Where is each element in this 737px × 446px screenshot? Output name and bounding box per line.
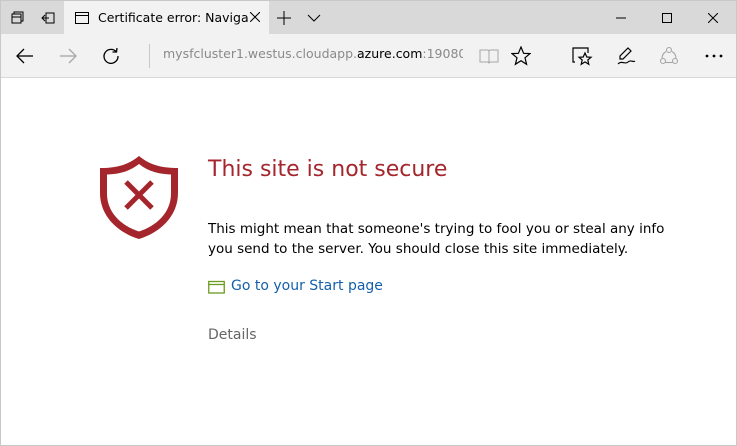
chevron-down-icon[interactable] [299, 1, 329, 34]
page-content: This site is not secure This might mean … [1, 79, 736, 445]
more-icon[interactable] [694, 38, 734, 74]
web-note-icon[interactable] [606, 38, 646, 74]
set-aside-icon[interactable] [33, 1, 63, 34]
forward-arrow-icon[interactable] [48, 38, 88, 74]
start-page-link-label: Go to your Start page [231, 278, 383, 294]
page-title: This site is not secure [208, 157, 448, 182]
browser-window: Certificate error: Naviga mysfcluster1.w… [0, 0, 737, 446]
address-suffix: :19080/Expl [422, 46, 463, 61]
maximize-icon[interactable] [644, 1, 690, 34]
share-icon[interactable] [649, 38, 689, 74]
address-host: azure.com [357, 46, 423, 61]
tabs-aside-icon[interactable] [3, 1, 33, 34]
page-icon [74, 10, 90, 26]
plus-icon[interactable] [269, 1, 299, 34]
favorite-star-icon[interactable] [501, 38, 541, 74]
window-close-icon[interactable] [690, 1, 736, 34]
warning-message: This might mean that someone's trying to… [208, 221, 665, 257]
minimize-icon[interactable] [598, 1, 644, 34]
close-icon[interactable] [247, 9, 263, 25]
start-page-icon [208, 279, 225, 294]
address-bar[interactable]: mysfcluster1.westus.cloudapp.azure.com:1… [163, 46, 463, 61]
shield-error-icon [97, 153, 181, 241]
address-prefix: mysfcluster1.westus.cloudapp. [163, 46, 358, 61]
tab-bar: Certificate error: Naviga [1, 1, 736, 34]
refresh-icon[interactable] [91, 38, 131, 74]
navigation-bar: mysfcluster1.westus.cloudapp.azure.com:1… [1, 34, 736, 78]
back-arrow-icon[interactable] [5, 38, 45, 74]
address-separator [149, 44, 150, 68]
start-page-link[interactable]: Go to your Start page [208, 278, 383, 294]
hub-icon[interactable] [562, 38, 602, 74]
tab-certificate-error[interactable]: Certificate error: Naviga [64, 1, 269, 34]
details-link[interactable]: Details [208, 327, 257, 343]
tab-title: Certificate error: Naviga [98, 10, 248, 25]
